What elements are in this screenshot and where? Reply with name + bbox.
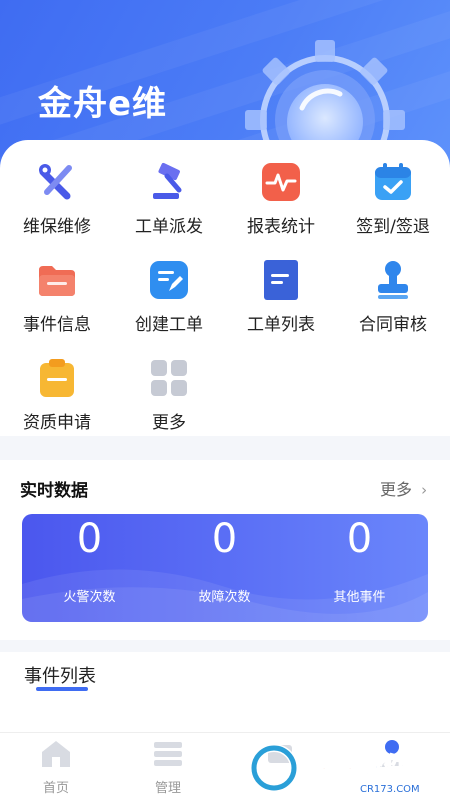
home-icon	[42, 741, 70, 767]
stat-value: 0	[211, 516, 238, 562]
grid-label: 创建工单	[135, 315, 203, 335]
grid-more-icon	[151, 360, 187, 396]
grid-label: 事件信息	[23, 315, 91, 335]
grid-item-report[interactable]: 报表统计	[225, 148, 337, 238]
wrench-screwdriver-icon	[39, 164, 72, 200]
stamp-icon	[378, 261, 408, 299]
stat-other-events[interactable]: 0 其他事件	[292, 514, 427, 622]
grid-item-contract-review[interactable]: 合同审核	[337, 246, 449, 336]
grid-label: 合同审核	[359, 315, 427, 335]
realtime-stats-banner: 0 火警次数 0 故障次数 0 其他事件	[22, 514, 428, 622]
stat-caption: 故障次数	[198, 590, 251, 605]
chevron-right-icon: ›	[421, 481, 428, 499]
document-list-icon	[264, 260, 298, 300]
grid-item-order-list[interactable]: 工单列表	[225, 246, 337, 336]
folder-icon	[39, 266, 75, 296]
edit-note-icon	[150, 261, 188, 299]
calendar-check-icon	[375, 163, 411, 200]
tab-manage[interactable]: 管理	[112, 733, 224, 800]
pulse-chart-icon	[262, 163, 300, 201]
watermark-logo: 西西 软件园 CR173.COM	[250, 738, 445, 796]
grid-label: 更多	[152, 413, 186, 433]
grid-item-events[interactable]: 事件信息	[1, 246, 113, 336]
stat-value: 0	[346, 516, 373, 562]
tab-label: 管理	[154, 781, 181, 796]
realtime-data-section: 实时数据 更多 › 0 火警次数 0 故障次数 0 其他事件	[0, 460, 450, 640]
grid-item-create-order[interactable]: 创建工单	[113, 246, 225, 336]
stat-caption: 火警次数	[63, 590, 116, 605]
grid-label: 维保维修	[23, 217, 91, 237]
function-grid: 维保维修 工单派发 报表统计 签到/签退 事件信息 创建工单 工单列表 合同审核…	[0, 140, 450, 436]
grid-item-checkin[interactable]: 签到/签退	[337, 148, 449, 238]
grid-label: 资质申请	[23, 413, 91, 433]
grid-item-maintenance[interactable]: 维保维修	[1, 148, 113, 238]
gavel-icon	[153, 162, 182, 199]
tab-label: 首页	[42, 781, 69, 796]
event-list-section: 事件列表	[0, 652, 450, 732]
tab-home[interactable]: 首页	[0, 733, 112, 800]
tab-event-list[interactable]: 事件列表	[24, 662, 96, 688]
stat-caption: 其他事件	[333, 590, 386, 605]
active-tab-indicator	[36, 687, 88, 691]
more-label: 更多	[380, 480, 413, 499]
stat-fire-alarms[interactable]: 0 火警次数	[22, 514, 157, 622]
grid-item-qualification[interactable]: 资质申请	[1, 344, 113, 434]
grid-item-dispatch[interactable]: 工单派发	[113, 148, 225, 238]
grid-item-more[interactable]: 更多	[113, 344, 225, 434]
app-title: 金舟e维	[38, 84, 168, 124]
grid-label: 工单派发	[135, 217, 203, 237]
clipboard-icon	[40, 359, 74, 397]
stat-value: 0	[76, 516, 103, 562]
watermark-graphic: 西西 软件园 CR173.COM	[250, 744, 437, 795]
grid-label: 签到/签退	[356, 217, 430, 237]
svg-text:西西: 西西	[302, 753, 354, 783]
svg-text:CR173.COM: CR173.COM	[360, 784, 420, 795]
stat-faults[interactable]: 0 故障次数	[157, 514, 292, 622]
section-title: 实时数据	[20, 481, 88, 501]
more-link[interactable]: 更多 ›	[380, 476, 427, 500]
list-stack-icon	[154, 742, 182, 766]
grid-label: 报表统计	[247, 217, 315, 237]
grid-label: 工单列表	[247, 315, 315, 335]
svg-text:软件园: 软件园	[358, 753, 436, 783]
